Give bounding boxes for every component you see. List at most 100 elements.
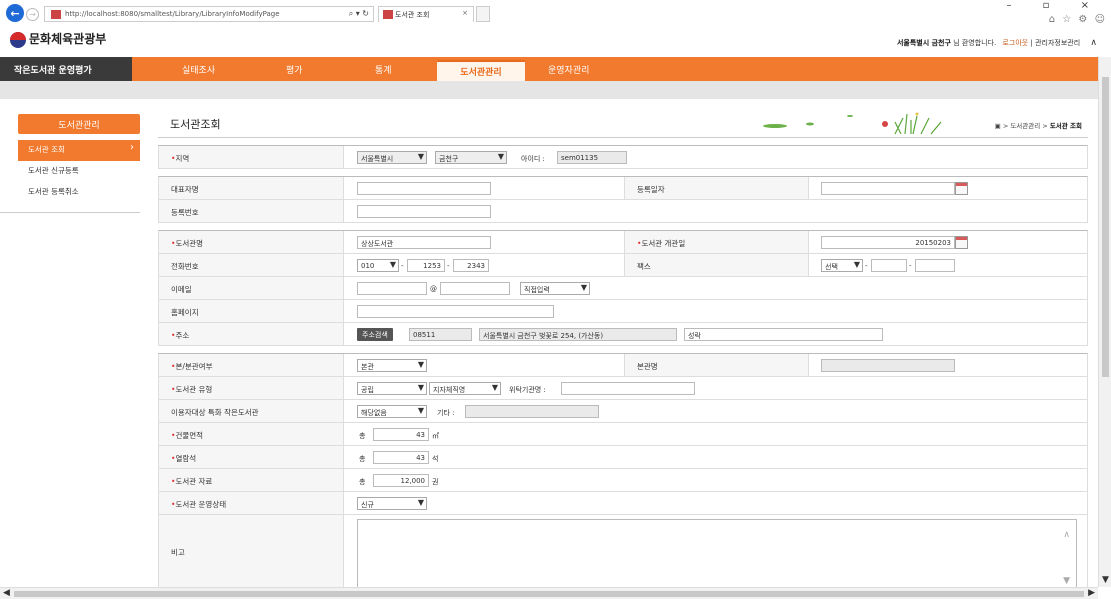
email-domain-select-value: 직접입력 — [524, 286, 550, 294]
address-search-button[interactable]: 주소검색 — [357, 328, 393, 341]
phone-last-input[interactable]: 2343 — [453, 259, 489, 272]
sidebar-title: 도서관관리 — [18, 114, 140, 134]
scroll-thumb[interactable] — [14, 591, 1084, 597]
nav-item-library-management[interactable]: 도서관관리 — [437, 60, 525, 81]
at-sign: @ — [430, 285, 437, 293]
browser-tab[interactable]: 도서관 조회 × — [378, 6, 474, 22]
window-controls[interactable]: – ▫ × — [1006, 0, 1103, 11]
homepage-input[interactable] — [357, 305, 554, 318]
row-region: •지역 서울특별시 ▼ 금천구 ▼ 아이디 : sem01135 — [159, 146, 1087, 169]
main-nav: 작은도서관 운영평가 실태조사 평가 통계 도서관관리 운영자관리 — [0, 57, 1098, 81]
label-target: 이용자대상 특화 작은도서관 — [159, 400, 344, 422]
fax-last-input[interactable] — [915, 259, 955, 272]
chevron-down-icon: ▼ — [417, 360, 424, 369]
chevron-down-icon: ▼ — [389, 260, 396, 269]
forward-button[interactable]: → — [26, 8, 39, 21]
browser-tools[interactable]: ⌂ ☆ ⚙ ☺ — [1049, 14, 1107, 25]
sidebar-divider — [0, 212, 140, 213]
row-target: 이용자대상 특화 작은도서관 해당없음 ▼ 기타 : — [159, 400, 1087, 423]
decorative-banner-image — [763, 112, 942, 135]
breadcrumb-home[interactable]: ▣ > 도서관관리 > — [995, 122, 1048, 130]
label-text: 본/분관여부 — [175, 362, 213, 371]
new-tab-button[interactable] — [476, 6, 490, 22]
email-domain-input[interactable] — [440, 282, 510, 295]
rep-name-input[interactable] — [357, 182, 491, 195]
user-name: 서울특별시 금천구 — [896, 39, 951, 47]
label-rep-name: 대표자명 — [159, 177, 344, 199]
calendar-icon[interactable] — [955, 182, 968, 195]
status-select[interactable]: 신규 ▼ — [357, 497, 427, 510]
logout-link[interactable]: 로그아웃 — [1002, 39, 1028, 47]
row-lib-name: •도서관명 상상도서관 •도서관 개관일 20150203 — [159, 231, 1087, 254]
separator: | — [1030, 39, 1033, 47]
label-area: •건물면적 — [159, 423, 344, 445]
trust-input[interactable] — [561, 382, 695, 395]
sidebar-item-library-search[interactable]: 도서관 조회 — [18, 140, 140, 161]
email-id-input[interactable] — [357, 282, 427, 295]
calendar-icon[interactable] — [955, 236, 968, 249]
nav-item-statistics[interactable]: 통계 — [375, 63, 392, 76]
label-note: 비고 — [159, 515, 344, 592]
open-date-input[interactable]: 20150203 — [821, 236, 955, 249]
horizontal-scrollbar[interactable]: ◀ ▶ — [0, 587, 1098, 599]
area-unit: ㎡ — [432, 432, 439, 440]
nav-item-operator-management[interactable]: 운영자관리 — [548, 63, 589, 76]
sido-select[interactable]: 서울특별시 ▼ — [357, 151, 427, 164]
sidebar-item-library-register[interactable]: 도서관 신규등록 — [18, 161, 140, 182]
branch-select[interactable]: 본관 ▼ — [357, 359, 427, 372]
lib-type-select[interactable]: 공립 ▼ — [357, 382, 427, 395]
tab-favicon-icon — [383, 10, 393, 19]
tab-close-icon[interactable]: × — [462, 9, 468, 17]
label-fax: 팩스 — [624, 254, 809, 276]
target-select[interactable]: 해당없음 ▼ — [357, 405, 427, 418]
phone-mid-input[interactable]: 1253 — [407, 259, 445, 272]
row-branch: •본/분관여부 본관 ▼ 본관명 — [159, 354, 1087, 377]
back-button[interactable]: ← — [6, 4, 24, 22]
lib-subtype-select[interactable]: 지자체직영 ▼ — [429, 382, 501, 395]
seats-input[interactable]: 43 — [373, 451, 429, 464]
textarea-scroll-down-icon[interactable]: ▼ — [1063, 576, 1070, 586]
address-controls[interactable]: ⌕ ▾ ↻ — [349, 9, 369, 19]
scroll-left-icon[interactable]: ◀ — [3, 588, 10, 598]
admin-info-link[interactable]: 관리자정보관리 — [1035, 39, 1080, 47]
nav-item-evaluation[interactable]: 평가 — [286, 63, 303, 76]
site-logo[interactable]: 문화체육관광부 — [10, 30, 106, 48]
label-seats: •열람석 — [159, 446, 344, 468]
email-domain-select[interactable]: 직접입력 ▼ — [520, 282, 590, 295]
label-homepage: 홈페이지 — [159, 300, 344, 322]
zip-field: 08511 — [409, 328, 472, 341]
fax-area-select[interactable]: 선택 ▼ — [821, 259, 863, 272]
logo-text: 문화체육관광부 — [29, 32, 107, 46]
browser-chrome: ← → http://localhost:8080/smalltest/Libr… — [0, 0, 1111, 30]
lib-name-input[interactable]: 상상도서관 — [357, 236, 491, 249]
user-bar: 서울특별시 금천구 님 환영합니다. 로그아웃 | 관리자정보관리 ∧ — [897, 38, 1097, 48]
seats-unit: 석 — [432, 455, 439, 463]
address-bar[interactable]: http://localhost:8080/smalltest/Library/… — [44, 6, 374, 22]
vertical-scrollbar[interactable]: ▼ — [1098, 57, 1111, 587]
sidebar-item-library-cancel[interactable]: 도서관 등록취소 — [18, 182, 140, 203]
tab-title: 도서관 조회 — [395, 11, 430, 19]
label-text: 도서관 유형 — [175, 385, 213, 394]
page-up-icon[interactable]: ∧ — [1090, 38, 1097, 48]
textarea-scroll-up-icon[interactable]: ∧ — [1063, 530, 1070, 540]
gu-select[interactable]: 금천구 ▼ — [435, 151, 507, 164]
label-text: 도서관명 — [175, 239, 204, 248]
dash: - — [401, 262, 404, 270]
road-address-field: 서울특별시 금천구 벚꽃로 254, (가산동) — [479, 328, 677, 341]
scroll-down-icon[interactable]: ▼ — [1102, 575, 1109, 585]
gu-value: 금천구 — [439, 155, 459, 163]
area-input[interactable]: 43 — [373, 428, 429, 441]
address-detail-input[interactable]: 성락 — [684, 328, 883, 341]
note-textarea[interactable]: ∧ ▼ — [357, 519, 1077, 589]
scroll-right-icon[interactable]: ▶ — [1088, 588, 1095, 598]
nav-item-survey[interactable]: 실태조사 — [182, 63, 215, 76]
scroll-thumb[interactable] — [1102, 77, 1109, 377]
reg-date-input[interactable] — [821, 182, 955, 195]
row-homepage: 홈페이지 — [159, 300, 1087, 323]
branch-value: 본관 — [361, 363, 374, 371]
books-input[interactable]: 12,000 — [373, 474, 429, 487]
reg-no-input[interactable] — [357, 205, 491, 218]
nav-brand[interactable]: 작은도서관 운영평가 — [0, 57, 132, 81]
fax-mid-input[interactable] — [871, 259, 907, 272]
phone-area-select[interactable]: 010 ▼ — [357, 259, 399, 272]
